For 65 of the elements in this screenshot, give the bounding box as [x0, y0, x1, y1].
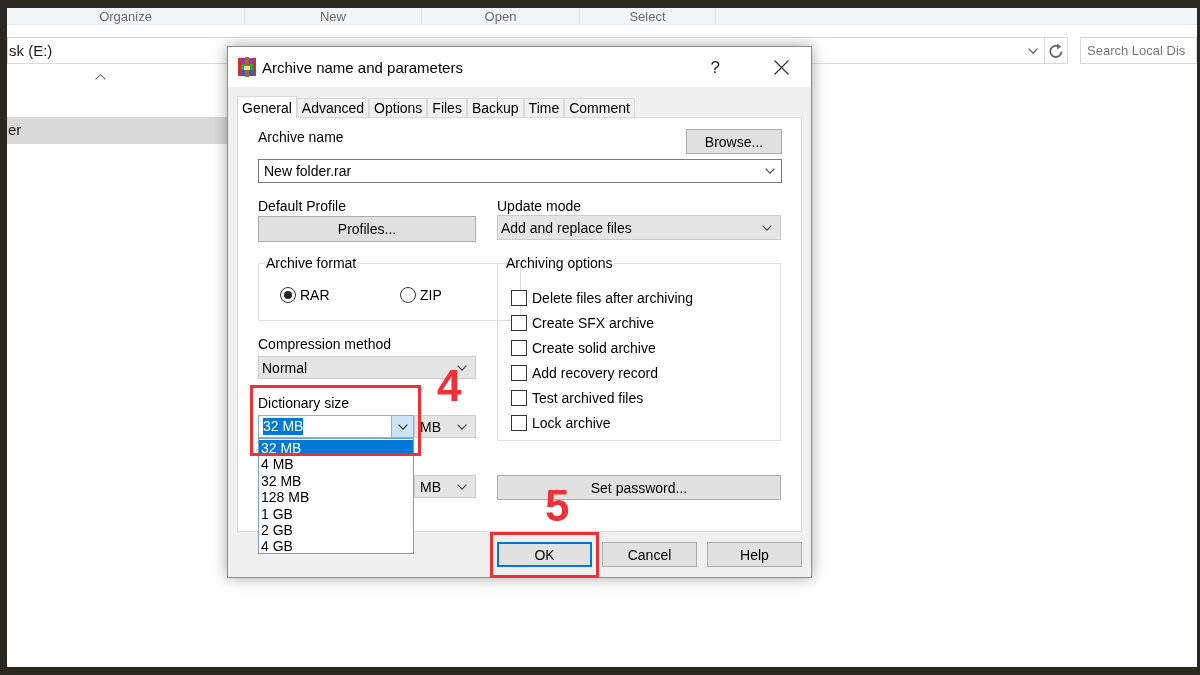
checkbox[interactable] [511, 364, 527, 381]
refresh-icon [1049, 43, 1063, 58]
dialog-button[interactable]: Cancel [602, 542, 697, 567]
field-label: Dictionary size [258, 395, 350, 411]
tab[interactable]: Files [427, 98, 467, 117]
tab[interactable]: General [237, 96, 297, 118]
chevron-down-icon [762, 224, 772, 231]
unit-dropdown[interactable]: MB [414, 475, 476, 498]
ribbon-group-label: New [320, 9, 346, 23]
radio-button[interactable] [400, 287, 416, 303]
field-label: Default Profile [258, 198, 346, 214]
browse-button[interactable]: Browse... [686, 129, 782, 154]
profiles-button[interactable]: Profiles... [258, 216, 476, 242]
chevron-down-icon [765, 168, 775, 174]
checkbox-label: Test archived files [532, 390, 644, 405]
ribbon-group-label: Organize [99, 9, 152, 23]
radio-label: ZIP [420, 288, 442, 302]
list-option[interactable]: 128 MB [259, 489, 413, 506]
update-mode-dropdown[interactable]: Add and replace files [497, 215, 781, 240]
chevron-down-icon [457, 483, 467, 490]
list-option[interactable]: 4 MB [259, 456, 413, 473]
dropdown-button[interactable] [391, 416, 413, 437]
dialog-button[interactable]: Help [707, 542, 802, 567]
radio-button[interactable] [280, 287, 296, 303]
group-title: Archiving options [505, 255, 614, 271]
close-icon[interactable] [774, 59, 789, 75]
nav-item[interactable]: er [7, 117, 227, 144]
list-option[interactable]: 32 MB [259, 472, 413, 490]
archive-name-combo[interactable]: New folder.rar [258, 159, 782, 183]
checkbox-label: Create solid archive [532, 340, 656, 355]
checkbox-label: Lock archive [532, 415, 611, 430]
list-option[interactable]: 1 GB [259, 505, 413, 522]
field-label: Compression method [258, 336, 392, 352]
checkbox[interactable] [511, 289, 527, 306]
checkbox[interactable] [511, 389, 527, 406]
list-option[interactable]: 2 GB [259, 521, 413, 539]
checkbox-label: Delete files after archiving [532, 290, 694, 305]
checkbox[interactable] [511, 314, 527, 331]
refresh-button[interactable] [1045, 37, 1068, 64]
tab[interactable]: Comment [564, 98, 635, 117]
checkbox-label: Create SFX archive [532, 315, 655, 330]
field-label: Archive name [258, 129, 344, 146]
dictionary-size-combo[interactable]: 32 MB [258, 415, 414, 438]
tab[interactable]: Advanced [296, 98, 370, 117]
ribbon-group-label: Select [629, 9, 666, 23]
unit-dropdown[interactable]: MB [414, 415, 476, 438]
checkbox-label: Add recovery record [532, 365, 659, 380]
tab[interactable]: Time [523, 98, 565, 117]
checkbox[interactable] [511, 339, 527, 356]
field-label: Update mode [497, 198, 582, 214]
chevron-down-icon [457, 364, 467, 371]
tab[interactable]: Options [369, 98, 428, 117]
chevron-down-icon [457, 423, 467, 430]
search-field[interactable]: Search Local Dis [1080, 37, 1197, 64]
chevron-up-icon[interactable] [94, 74, 106, 80]
radio-label: RAR [300, 288, 330, 302]
ribbon-group-label: Open [484, 9, 517, 23]
books-stack-icon [237, 57, 257, 77]
group-title: Archive format [265, 255, 358, 271]
tab[interactable]: Backup [466, 98, 524, 117]
checkbox[interactable] [511, 414, 527, 431]
list-option[interactable]: 4 GB [259, 538, 413, 555]
chevron-down-icon [1028, 47, 1038, 54]
dialog-button[interactable]: OK [497, 542, 592, 567]
chevron-down-icon [397, 423, 408, 430]
